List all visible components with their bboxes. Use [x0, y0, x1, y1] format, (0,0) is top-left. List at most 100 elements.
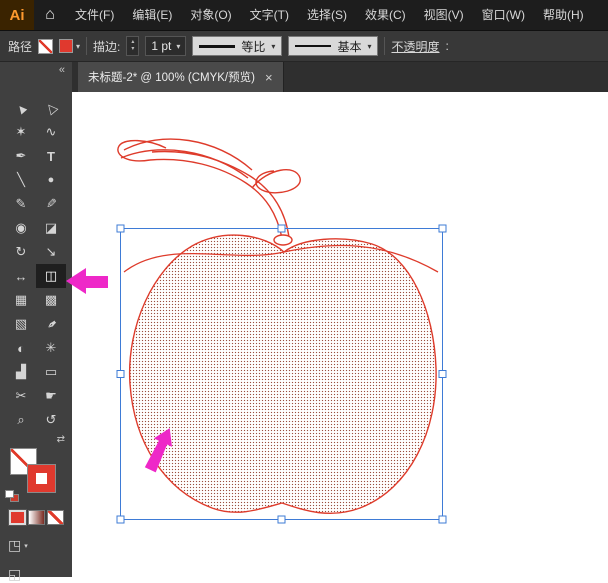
gradient-tool-icon: ▧ — [15, 316, 27, 332]
stroke-color-dropdown[interactable]: ▾ — [59, 39, 80, 53]
menu-view[interactable]: 视图(V) — [415, 0, 473, 30]
pen-tool-icon: ✒ — [16, 148, 27, 164]
scale-tool[interactable]: ↘ — [36, 240, 66, 264]
stroke-weight-text: 1 pt — [151, 39, 171, 53]
pen-tool[interactable]: ✒ — [6, 144, 36, 168]
pencil-tool[interactable]: ✎ — [36, 192, 66, 216]
mesh-tool[interactable]: ▩ — [36, 288, 66, 312]
symbol-sprayer-tool-icon: ✳ — [46, 340, 57, 356]
direct-selection-tool[interactable]: △ — [36, 96, 66, 120]
default-fill-mini — [5, 490, 14, 498]
rotate-tool[interactable]: ↻ — [6, 240, 36, 264]
gradient-button[interactable] — [28, 510, 45, 525]
menu-file[interactable]: 文件(F) — [66, 0, 123, 30]
perspective-grid-tool-icon: ▦ — [15, 292, 27, 308]
selection-tool[interactable]: ▲ — [6, 96, 36, 120]
zoom-tool-icon: ⌕ — [17, 412, 24, 428]
symbol-sprayer-tool[interactable]: ✳ — [36, 336, 66, 360]
color-button[interactable] — [9, 510, 26, 525]
perspective-grid-tool[interactable]: ▦ — [6, 288, 36, 312]
type-tool-icon: T — [47, 149, 55, 164]
chevron-down-icon: ▾ — [271, 42, 275, 51]
separator — [384, 37, 385, 55]
line-segment-tool[interactable]: ╲ — [6, 168, 36, 192]
document-tab-bar: 未标题-2* @ 100% (CMYK/预览) × — [72, 62, 608, 92]
hand-tool[interactable]: ☛ — [36, 384, 66, 408]
eraser-tool[interactable]: ◪ — [36, 216, 66, 240]
screen-mode-icon: ◱ — [8, 566, 21, 583]
zoom-tool[interactable]: ⌕ — [6, 408, 36, 432]
pencil-tool-icon: ✎ — [46, 196, 57, 212]
artboard-tool[interactable]: ▭ — [36, 360, 66, 384]
rotate-view-tool[interactable]: ↺ — [36, 408, 66, 432]
stroke-weight-stepper[interactable]: ▴ ▾ — [126, 36, 139, 56]
mesh-tool-icon: ▩ — [45, 292, 57, 308]
document-tab-title: 未标题-2* @ 100% (CMYK/预览) — [88, 69, 255, 85]
slice-tool[interactable]: ✂ — [6, 384, 36, 408]
lasso-tool[interactable]: ∿ — [36, 120, 66, 144]
eraser-tool-icon: ◪ — [45, 220, 57, 236]
drawing-mode-icon: ◳ — [8, 537, 21, 554]
menu-effect[interactable]: 效果(C) — [356, 0, 415, 30]
lasso-tool-icon: ∿ — [46, 124, 57, 140]
menu-object[interactable]: 对象(O) — [181, 0, 240, 30]
slice-tool-icon: ✂ — [16, 388, 27, 404]
magic-wand-tool-icon: ✶ — [16, 124, 27, 140]
blend-tool-icon: ◐ — [17, 341, 25, 356]
menu-type[interactable]: 文字(T) — [241, 0, 298, 30]
stepper-up-icon: ▴ — [131, 39, 134, 46]
eyedropper-tool-icon: ✒ — [42, 314, 61, 333]
app-logo: Ai — [0, 0, 34, 30]
ellipse-tool-icon: ● — [48, 174, 55, 186]
stroke-label: 描边: — [93, 38, 120, 55]
magic-wand-tool[interactable]: ✶ — [6, 120, 36, 144]
eyedropper-tool[interactable]: ✒ — [36, 312, 66, 336]
menu-edit[interactable]: 编辑(E) — [123, 0, 181, 30]
paintbrush-tool-icon: ✎ — [16, 196, 27, 212]
blob-brush-tool[interactable]: ◉ — [6, 216, 36, 240]
gradient-tool[interactable]: ▧ — [6, 312, 36, 336]
column-graph-tool[interactable]: ▟ — [6, 360, 36, 384]
paintbrush-tool[interactable]: ✎ — [6, 192, 36, 216]
rotate-view-tool-icon: ↺ — [46, 412, 57, 428]
width-profile-dropdown[interactable]: 等比 ▾ — [192, 36, 282, 56]
opacity-link[interactable]: 不透明度 — [391, 38, 439, 55]
width-tool[interactable]: ↔ — [6, 264, 36, 288]
stroke-weight-value[interactable]: 1 pt ▾ — [145, 36, 186, 56]
home-icon[interactable]: ⌂ — [34, 0, 66, 30]
type-tool[interactable]: T — [36, 144, 66, 168]
brush-preview — [295, 45, 331, 47]
ellipse-tool[interactable]: ● — [36, 168, 66, 192]
drawing-mode-button[interactable]: ◳ ▾ — [0, 537, 72, 554]
default-fill-stroke-icon[interactable] — [5, 490, 19, 502]
width-tool-icon: ↔ — [15, 269, 28, 284]
shape-builder-tool[interactable]: ◫ — [36, 264, 66, 288]
column-graph-tool-icon: ▟ — [16, 364, 26, 380]
width-profile-label: 等比 — [241, 38, 265, 55]
document-tab[interactable]: 未标题-2* @ 100% (CMYK/预览) × — [78, 62, 284, 92]
menu-window[interactable]: 窗口(W) — [473, 0, 534, 30]
menu-select[interactable]: 选择(S) — [298, 0, 356, 30]
collapse-panel-icon[interactable]: « — [0, 62, 72, 82]
width-profile-preview — [199, 45, 235, 48]
close-icon[interactable]: × — [265, 70, 273, 85]
illustrator-window: Ai ⌂ 文件(F) 编辑(E) 对象(O) 文字(T) 选择(S) 效果(C)… — [0, 0, 608, 577]
fill-stroke-widget: ⇄ — [4, 446, 68, 502]
fill-swatch-control[interactable] — [38, 39, 53, 54]
stroke-swatch[interactable] — [28, 465, 55, 492]
blend-tool[interactable]: ◐ — [6, 336, 36, 360]
stroke-color-swatch — [59, 39, 73, 53]
none-button[interactable] — [47, 510, 64, 525]
chevron-down-icon: ▾ — [367, 42, 371, 51]
brush-definition-dropdown[interactable]: 基本 ▾ — [288, 36, 378, 56]
rotate-tool-icon: ↻ — [16, 244, 27, 260]
menu-help[interactable]: 帮助(H) — [534, 0, 593, 30]
blob-brush-tool-icon: ◉ — [15, 220, 26, 236]
opacity-colon: : — [445, 39, 448, 53]
screen-mode-button[interactable]: ◱ — [0, 566, 72, 583]
brush-label: 基本 — [337, 38, 361, 55]
swap-fill-stroke-icon[interactable]: ⇄ — [57, 434, 65, 445]
separator — [86, 37, 87, 55]
artboard-canvas[interactable] — [72, 92, 608, 577]
tool-grid: ▲ △ ✶ ∿ ✒ T ╲ ● ✎ ✎ ◉ ◪ ↻ ↘ ↔ ◫ ▦ ▩ ▧ ✒ … — [0, 96, 72, 432]
